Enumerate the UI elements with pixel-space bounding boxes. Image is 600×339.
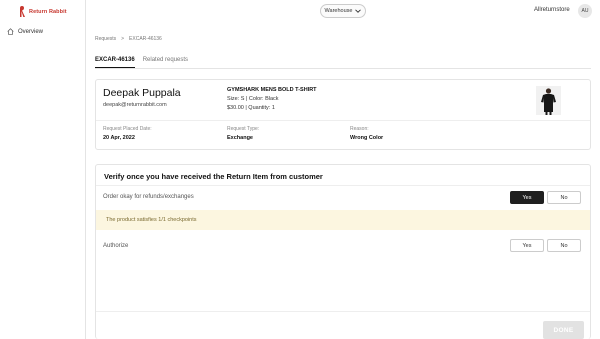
warehouse-selector[interactable]: Warehouse	[320, 4, 366, 18]
brand-name: Return Rabbit	[29, 8, 67, 15]
customer-email: deepak@returnrabbit.com	[103, 102, 167, 108]
placed-date-value: 20 Apr, 2022	[103, 135, 135, 141]
placed-date-label: Request Placed Date:	[103, 126, 152, 132]
product-name: GYMSHARK MENS BOLD T-SHIRT	[227, 87, 317, 93]
customer-name: Deepak Puppala	[103, 87, 181, 99]
rabbit-logo-icon	[20, 6, 25, 17]
checkpoint-banner: The product satisfies 1/1 checkpoints	[96, 210, 590, 230]
reason-value: Wrong Color	[350, 135, 384, 141]
authorize-no-button[interactable]: No	[547, 239, 581, 252]
product-image	[536, 86, 561, 115]
warehouse-label: Warehouse	[324, 8, 353, 14]
sidebar-item-overview[interactable]: Overview	[7, 28, 43, 35]
store-name: Allreturnstore	[534, 7, 570, 13]
verify-divider	[96, 185, 590, 186]
tabs-divider	[95, 68, 591, 69]
top-bar: Warehouse Allreturnstore AU	[86, 0, 600, 22]
chevron-down-icon	[355, 9, 362, 13]
reason-label: Reason:	[350, 126, 369, 132]
order-okay-no-button[interactable]: No	[547, 191, 581, 204]
breadcrumb-separator: >	[121, 36, 125, 42]
card-divider	[96, 120, 590, 121]
done-button[interactable]: DONE	[543, 321, 584, 339]
request-details-card: Deepak Puppala deepak@returnrabbit.com G…	[95, 79, 591, 150]
tab-request-id[interactable]: EXCAR-46136	[95, 57, 135, 68]
request-type-label: Request Type:	[227, 126, 260, 132]
order-okay-yes-button[interactable]: Yes	[510, 191, 544, 204]
authorize-yes-button[interactable]: Yes	[510, 239, 544, 252]
home-icon	[7, 28, 14, 35]
breadcrumb-requests-link[interactable]: Requests	[95, 36, 116, 42]
avatar[interactable]: AU	[578, 4, 592, 18]
request-type-value: Exchange	[227, 135, 253, 141]
verify-title: Verify once you have received the Return…	[104, 172, 323, 181]
tab-related-requests[interactable]: Related requests	[143, 57, 188, 68]
sidebar-item-label: Overview	[18, 28, 44, 35]
verify-panel: Verify once you have received the Return…	[95, 164, 591, 339]
breadcrumb-current: EXCAR-46136	[129, 36, 162, 42]
breadcrumb: Requests > EXCAR-46136	[95, 36, 162, 42]
verify-bottom-divider	[96, 311, 590, 312]
checkpoint-text: The product satisfies 1/1 checkpoints	[106, 217, 197, 223]
brand-logo[interactable]: Return Rabbit	[19, 6, 67, 17]
product-variant: Size: S | Color: Black	[227, 96, 279, 102]
tshirt-icon	[541, 88, 556, 115]
sidebar: Return Rabbit Overview	[0, 0, 86, 339]
order-okay-label: Order okay for refunds/exchanges	[103, 194, 194, 200]
product-price-quantity: $30.00 | Quantity: 1	[227, 105, 275, 111]
request-tabs: EXCAR-46136 Related requests	[95, 57, 188, 68]
authorize-label: Authorize	[103, 243, 129, 249]
